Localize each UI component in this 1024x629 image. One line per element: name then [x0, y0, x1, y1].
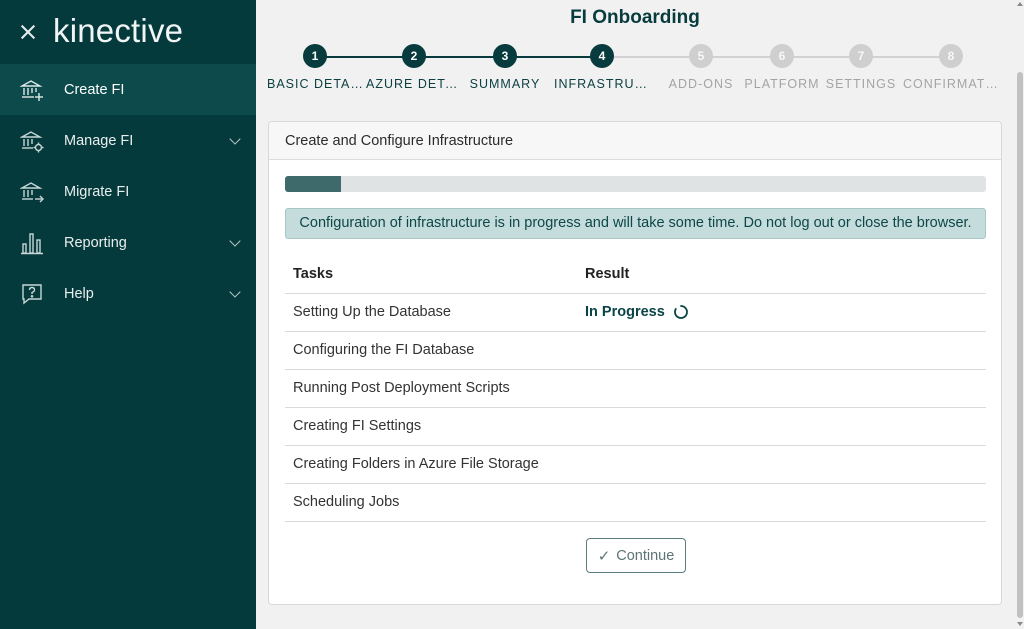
progress-fill [285, 176, 342, 192]
task-name: Scheduling Jobs [285, 483, 577, 522]
task-result [577, 369, 986, 408]
progress-bar [285, 176, 986, 192]
sidebar-item-label: Reporting [64, 234, 127, 251]
sidebar-item-manage-fi[interactable]: Manage FI [0, 115, 256, 166]
scrollbar-thumb[interactable] [1017, 72, 1023, 618]
task-result: In Progress [577, 293, 986, 332]
sidebar-item-help[interactable]: Help [0, 268, 256, 319]
step-confirmation[interactable]: 8 CONFIRMATION [901, 42, 1001, 91]
bank-plus-icon [20, 78, 44, 102]
column-header-tasks: Tasks [285, 255, 577, 294]
help-bubble-icon [20, 282, 44, 306]
step-azure-details[interactable]: 2 AZURE DETAILS [364, 42, 464, 91]
step-number: 1 [303, 44, 327, 68]
step-number: 7 [849, 44, 873, 68]
onboarding-stepper: 1 BASIC DETAILS 2 AZURE DETAILS 3 SUMMAR… [256, 42, 1014, 98]
scroll-down-arrow-icon[interactable] [1017, 622, 1023, 626]
step-number: 2 [402, 44, 426, 68]
sidebar-item-migrate-fi[interactable]: Migrate FI [0, 166, 256, 217]
bar-chart-icon [20, 231, 44, 255]
chevron-down-icon [229, 133, 241, 145]
sidebar-item-create-fi[interactable]: Create FI [0, 64, 256, 115]
table-row: Running Post Deployment Scripts [285, 369, 986, 408]
sidebar-item-label: Manage FI [64, 132, 134, 149]
step-number: 6 [770, 44, 794, 68]
sidebar: kinective Create FI Manage FI Migrate FI… [0, 0, 256, 629]
task-result [577, 483, 986, 522]
step-label: AZURE DETAILS [366, 77, 462, 91]
step-label: SETTINGS [825, 77, 897, 91]
task-name: Setting Up the Database [285, 293, 577, 332]
step-infrastructure[interactable]: 4 INFRASTRUCTURE [552, 42, 652, 91]
step-summary[interactable]: 3 SUMMARY [455, 42, 555, 91]
step-number: 5 [689, 44, 713, 68]
step-label: CONFIRMATION [903, 77, 999, 91]
task-name: Running Post Deployment Scripts [285, 369, 577, 408]
brand-bar: kinective [0, 0, 256, 64]
status-in-progress: In Progress [585, 304, 689, 320]
continue-label: Continue [616, 547, 675, 564]
column-header-result: Result [577, 255, 986, 294]
card-title: Create and Configure Infrastructure [269, 122, 1001, 160]
table-row: Creating FI Settings [285, 407, 986, 446]
table-row: Creating Folders in Azure File Storage [285, 445, 986, 484]
checkmark-icon: ✓ [597, 547, 611, 565]
task-name: Creating FI Settings [285, 407, 577, 446]
close-icon[interactable] [19, 23, 37, 41]
table-row: Configuring the FI Database [285, 331, 986, 370]
sidebar-item-label: Migrate FI [64, 183, 130, 200]
sidebar-item-label: Help [64, 285, 94, 302]
scroll-up-arrow-icon[interactable] [1017, 2, 1023, 6]
step-settings[interactable]: 7 SETTINGS [811, 42, 911, 91]
chevron-down-icon [229, 286, 241, 298]
chevron-down-icon [229, 235, 241, 247]
sidebar-item-reporting[interactable]: Reporting [0, 217, 256, 268]
step-basic-details[interactable]: 1 BASIC DETAILS [265, 42, 365, 91]
step-label: INFRASTRUCTURE [554, 77, 650, 91]
info-alert: Configuration of infrastructure is in pr… [285, 208, 986, 239]
loading-spinner-icon [673, 305, 688, 319]
page-scrollbar[interactable] [1015, 0, 1024, 629]
task-result [577, 407, 986, 446]
main-content: FI Onboarding 1 BASIC DETAILS 2 AZURE DE… [256, 0, 1024, 629]
status-text: In Progress [585, 304, 665, 320]
step-label: BASIC DETAILS [267, 77, 363, 91]
table-row: Setting Up the Database In Progress [285, 293, 986, 332]
table-row: Scheduling Jobs [285, 483, 986, 522]
infrastructure-card: Create and Configure Infrastructure Conf… [268, 121, 1002, 605]
kinective-logo: kinective [53, 12, 184, 49]
step-number: 8 [939, 44, 963, 68]
step-label: SUMMARY [469, 77, 541, 91]
bank-arrow-icon [20, 180, 44, 204]
step-number: 3 [493, 44, 517, 68]
task-result [577, 445, 986, 484]
table-header-row: Tasks Result [285, 255, 986, 294]
bank-gear-icon [20, 129, 44, 153]
task-name: Configuring the FI Database [285, 331, 577, 370]
page-title: FI Onboarding [570, 7, 700, 28]
step-number: 4 [590, 44, 614, 68]
task-name: Creating Folders in Azure File Storage [285, 445, 577, 484]
continue-button[interactable]: ✓ Continue [586, 538, 686, 573]
task-result [577, 331, 986, 370]
sidebar-item-label: Create FI [64, 81, 125, 98]
tasks-table: Tasks Result Setting Up the Database In … [285, 255, 986, 522]
